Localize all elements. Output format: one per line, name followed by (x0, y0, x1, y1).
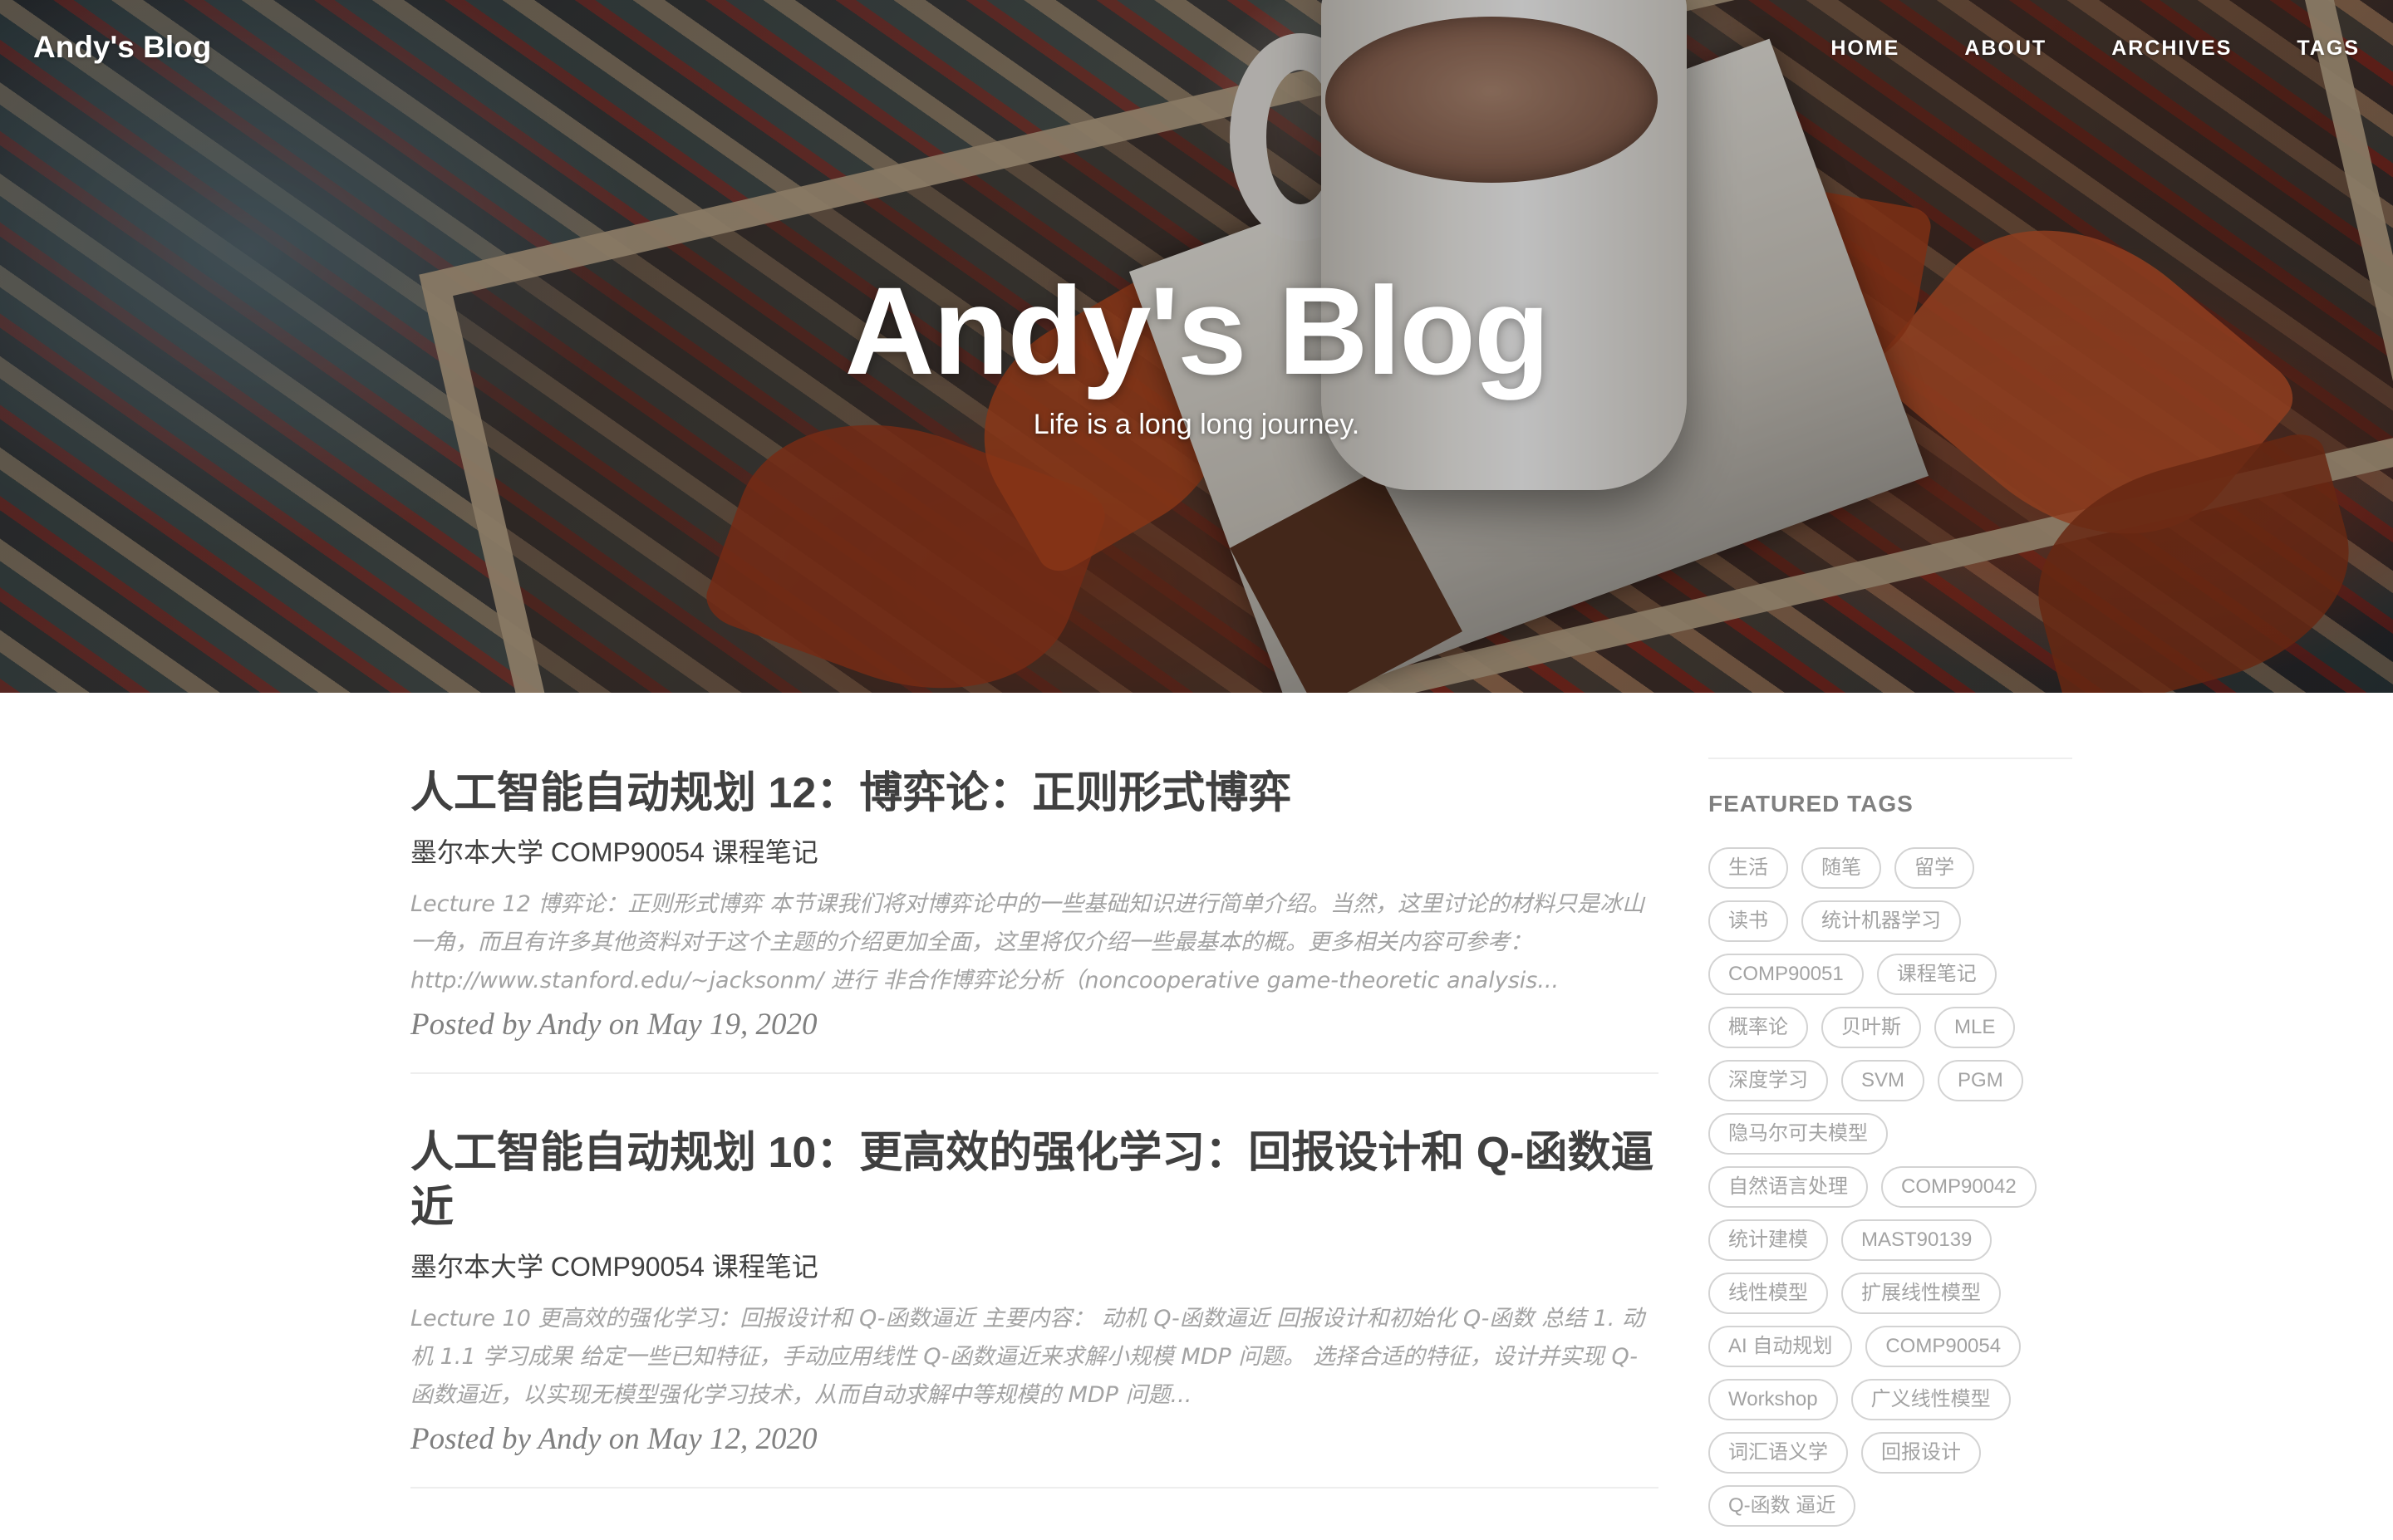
post-list: 人工智能自动规划 12：博弈论：正则形式博弈 墨尔本大学 COMP90054 课… (410, 766, 1658, 1540)
nav-home[interactable]: HOME (1830, 37, 1899, 61)
top-nav: HOME ABOUT ARCHIVES TAGS (1766, 37, 2360, 61)
tag-link[interactable]: 扩展线性模型 (1841, 1273, 2001, 1314)
tag-link[interactable]: Q-函数 逼近 (1708, 1485, 1856, 1527)
tag-link[interactable]: Workshop (1708, 1379, 1838, 1420)
tag-link[interactable]: 统计机器学习 (1801, 900, 1961, 942)
tag-link[interactable]: MAST90139 (1841, 1219, 1993, 1261)
sidebar-divider (1708, 758, 2072, 759)
tag-link[interactable]: 生活 (1708, 847, 1788, 889)
tag-link[interactable]: PGM (1938, 1060, 2023, 1101)
post-excerpt[interactable]: Lecture 10 更高效的强化学习：回报设计和 Q-函数逼近 主要内容： 动… (410, 1300, 1658, 1415)
post-preview: 人工智能自动规划 12：博弈论：正则形式博弈 墨尔本大学 COMP90054 课… (410, 766, 1658, 1074)
tag-link[interactable]: 读书 (1708, 900, 1788, 942)
nav-archives[interactable]: ARCHIVES (2111, 37, 2232, 61)
tag-link[interactable]: COMP90054 (1865, 1326, 2022, 1367)
tag-link[interactable]: SVM (1841, 1060, 1925, 1101)
tag-link[interactable]: 隐马尔可夫模型 (1708, 1113, 1888, 1155)
post-meta: Posted by Andy on May 19, 2020 (410, 1008, 818, 1042)
tag-link[interactable]: 广义线性模型 (1850, 1379, 2011, 1420)
tag-link[interactable]: 留学 (1894, 847, 1974, 889)
site-heading: Andy's Blog (844, 261, 1550, 400)
tag-link[interactable]: AI 自动规划 (1708, 1326, 1853, 1367)
featured-tags-list: 生活 随笔 留学 读书 统计机器学习 COMP90051 课程笔记 概率论 贝叶… (1708, 847, 2072, 1538)
tag-link[interactable]: 回报设计 (1861, 1432, 1981, 1474)
tag-link[interactable]: 线性模型 (1708, 1273, 1828, 1314)
tag-link[interactable]: 随笔 (1801, 847, 1881, 889)
nav-tags[interactable]: TAGS (2297, 37, 2360, 61)
tag-link[interactable]: COMP90042 (1881, 1166, 2037, 1208)
post-subtitle[interactable]: 墨尔本大学 COMP90054 课程笔记 (410, 832, 1658, 872)
tag-link[interactable]: 词汇语义学 (1708, 1432, 1848, 1474)
post-title-link[interactable]: 人工智能自动规划 12：博弈论：正则形式博弈 (410, 766, 1658, 821)
tag-link[interactable]: 概率论 (1708, 1007, 1808, 1048)
nav-about[interactable]: ABOUT (1964, 37, 2047, 61)
post-excerpt[interactable]: Lecture 12 博弈论：正则形式博弈 本节课我们将对博弈论中的一些基础知识… (410, 885, 1658, 1000)
tag-link[interactable]: MLE (1934, 1007, 2016, 1048)
post-title-link[interactable]: 人工智能自动规划 10：更高效的强化学习：回报设计和 Q-函数逼近 (410, 1126, 1658, 1235)
brand-link[interactable]: Andy's Blog (33, 30, 211, 65)
tag-link[interactable]: 深度学习 (1708, 1060, 1828, 1101)
sidebar: FEATURED TAGS 生活 随笔 留学 读书 统计机器学习 COMP900… (1708, 758, 2072, 1538)
tag-link[interactable]: 课程笔记 (1876, 954, 1997, 995)
featured-tags-heading: FEATURED TAGS (1708, 791, 1914, 817)
tag-link[interactable]: 统计建模 (1708, 1219, 1828, 1261)
tag-link[interactable]: 贝叶斯 (1821, 1007, 1921, 1048)
site-subheading: Life is a long long journey. (1033, 409, 1360, 440)
tag-link[interactable]: 自然语言处理 (1708, 1166, 1868, 1208)
post-meta: Posted by Andy on May 12, 2020 (410, 1422, 818, 1456)
post-subtitle[interactable]: 墨尔本大学 COMP90054 课程笔记 (410, 1247, 1658, 1287)
hero-header: Andy's Blog HOME ABOUT ARCHIVES TAGS And… (0, 0, 2393, 693)
tag-link[interactable]: COMP90051 (1708, 954, 1864, 995)
post-preview: 人工智能自动规划 10：更高效的强化学习：回报设计和 Q-函数逼近 墨尔本大学 … (410, 1126, 1658, 1489)
